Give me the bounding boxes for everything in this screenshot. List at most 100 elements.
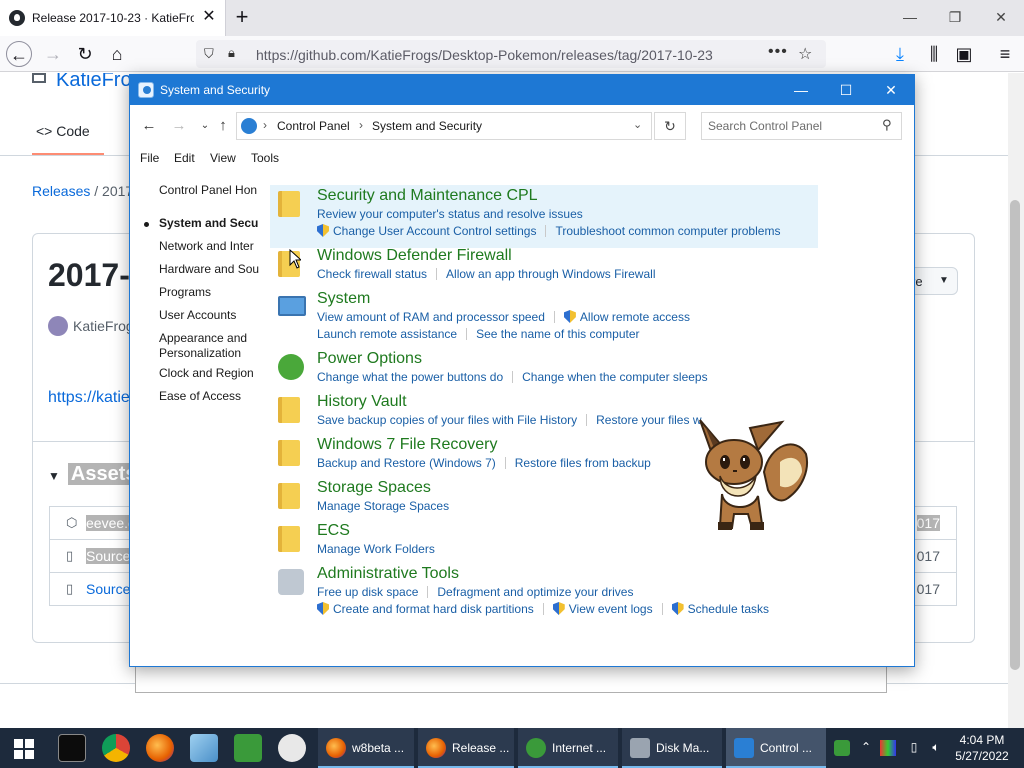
menu-file[interactable]: File (140, 151, 159, 165)
taskbar-app-disk-management[interactable]: Disk Ma... (622, 728, 722, 768)
library-icon[interactable]: ⫼ (921, 41, 947, 67)
breadcrumb-chevron-icon[interactable]: › (263, 118, 267, 132)
address-crumb-control-panel[interactable]: Control Panel (277, 119, 350, 133)
cp-task-link[interactable]: Check firewall status (317, 267, 427, 281)
cp-task-link[interactable]: Allow remote access (580, 310, 690, 324)
paint-icon[interactable] (278, 734, 306, 762)
breadcrumb-chevron-icon[interactable]: › (359, 118, 363, 132)
nav-clock-region[interactable]: Clock and Region (159, 366, 254, 380)
nav-network-internet[interactable]: Network and Inter (159, 239, 254, 253)
start-button[interactable] (0, 728, 48, 768)
nav-programs[interactable]: Programs (159, 285, 211, 299)
notepad-icon[interactable] (190, 734, 218, 762)
forward-arrow-icon[interactable]: → (40, 41, 66, 67)
search-icon[interactable]: ⚲ (882, 117, 892, 133)
cp-task-link[interactable]: Backup and Restore (Windows 7) (317, 456, 496, 470)
cp-task-link[interactable]: Change User Account Control settings (333, 224, 536, 238)
home-icon[interactable]: ⌂ (104, 41, 130, 67)
admin-tools-icon[interactable] (278, 569, 304, 595)
bookmark-star-icon[interactable]: ☆ (798, 44, 812, 64)
cp-category-title[interactable]: Power Options (317, 350, 422, 368)
tray-app-icon[interactable] (834, 740, 850, 756)
taskbar-clock[interactable]: 4:04 PM 5/27/2022 (952, 732, 1012, 764)
cp-category-title[interactable]: History Vault (317, 393, 407, 411)
firefox-icon[interactable] (146, 734, 174, 762)
menu-hamburger-icon[interactable]: ≡ (992, 41, 1018, 67)
folder-icon[interactable] (278, 440, 300, 466)
cp-up-icon[interactable]: ↑ (212, 115, 234, 137)
taskbar-app-control-panel[interactable]: Control ... (726, 728, 826, 768)
menu-tools[interactable]: Tools (251, 151, 279, 165)
task-manager-icon[interactable] (234, 734, 262, 762)
cp-task-link[interactable]: Manage Storage Spaces (317, 499, 449, 513)
cp-task-link[interactable]: Change what the power buttons do (317, 370, 503, 384)
cp-forward-icon[interactable]: → (168, 115, 190, 137)
menu-edit[interactable]: Edit (174, 151, 195, 165)
cp-task-link[interactable]: Restore files from backup (515, 456, 651, 470)
page-actions-icon[interactable]: ••• (768, 43, 788, 61)
tracking-shield-icon[interactable]: ⛉ (204, 46, 218, 62)
asset-name[interactable]: Source (86, 548, 131, 564)
back-arrow-icon[interactable]: ← (6, 41, 32, 67)
cp-task-link[interactable]: View amount of RAM and processor speed (317, 310, 545, 324)
cp-task-link[interactable]: Restore your files w (596, 413, 701, 427)
lock-icon[interactable]: 🔒︎ (228, 45, 235, 61)
cp-category-title[interactable]: Windows Defender Firewall (317, 247, 512, 265)
cp-search-input[interactable] (708, 118, 868, 134)
new-tab-button[interactable]: + (230, 5, 254, 29)
cp-refresh-icon[interactable]: ↻ (654, 112, 686, 140)
command-prompt-icon[interactable] (58, 734, 86, 762)
cp-category-title[interactable]: Storage Spaces (317, 479, 431, 497)
cp-category-title[interactable]: System (317, 290, 370, 308)
url-text[interactable]: https://github.com/KatieFrogs/Desktop-Po… (256, 47, 713, 63)
cp-task-link[interactable]: View event logs (569, 602, 653, 616)
url-bar[interactable]: ⛉ 🔒︎ https://github.com/KatieFrogs/Deskt… (196, 40, 826, 68)
folder-icon[interactable] (278, 397, 300, 423)
tab-close-icon[interactable]: ✕ (200, 8, 218, 26)
folder-icon[interactable] (278, 526, 300, 552)
eevee-desktop-pet[interactable] (692, 414, 810, 536)
nav-personalization[interactable]: Personalization (159, 346, 241, 360)
volume-muted-icon[interactable]: 🔈︎ (928, 740, 944, 756)
page-scrollbar-thumb[interactable] (1010, 200, 1020, 670)
cp-category-title[interactable]: Windows 7 File Recovery (317, 436, 498, 454)
cp-task-link[interactable]: Free up disk space (317, 585, 418, 599)
taskbar-app-w8beta[interactable]: w8beta ... (318, 728, 414, 768)
sidebar-icon[interactable]: ▣ (951, 41, 977, 67)
cp-minimize-icon[interactable]: — (778, 75, 824, 105)
browser-minimize-icon[interactable]: — (895, 6, 925, 28)
cp-back-icon[interactable]: ← (138, 115, 160, 137)
cp-task-link[interactable]: Defragment and optimize your drives (437, 585, 633, 599)
cp-task-link[interactable]: See the name of this computer (476, 327, 639, 341)
folder-icon[interactable] (278, 191, 300, 217)
tray-usb-icon[interactable]: ▯ (906, 740, 922, 756)
author-avatar[interactable] (48, 316, 68, 336)
cp-task-link[interactable]: Save backup copies of your files with Fi… (317, 413, 577, 427)
nav-appearance[interactable]: Appearance and (159, 331, 247, 345)
cp-maximize-icon[interactable]: ☐ (823, 75, 869, 105)
tray-chevron-icon[interactable]: ⌃ (858, 740, 874, 756)
cp-category-title[interactable]: Administrative Tools (317, 565, 459, 583)
folder-icon[interactable] (278, 483, 300, 509)
address-crumb-system-security[interactable]: System and Security (372, 119, 482, 133)
reload-icon[interactable]: ↻ (72, 41, 98, 67)
cp-task-link[interactable]: Troubleshoot common computer problems (555, 224, 780, 238)
cp-category-title[interactable]: ECS (317, 522, 350, 540)
cp-task-link[interactable]: Launch remote assistance (317, 327, 457, 341)
nav-system-security[interactable]: System and Secu (159, 216, 258, 230)
browser-close-icon[interactable]: ✕ (986, 6, 1016, 28)
cp-task-link[interactable]: Create and format hard disk partitions (333, 602, 534, 616)
nav-user-accounts[interactable]: User Accounts (159, 308, 236, 322)
tray-color-icon[interactable] (880, 740, 896, 756)
cp-task-link[interactable]: Schedule tasks (688, 602, 769, 616)
battery-icon[interactable] (278, 354, 304, 380)
nav-hardware-sound[interactable]: Hardware and Sou (159, 262, 259, 276)
release-link[interactable]: https://katie (48, 389, 130, 407)
assets-heading[interactable]: ▼ Assets (48, 463, 140, 486)
nav-control-panel-home[interactable]: Control Panel Hon (159, 183, 257, 197)
author-name[interactable]: KatieFrog (73, 318, 134, 334)
cp-task-link[interactable]: Allow an app through Windows Firewall (446, 267, 655, 281)
cp-address-bar[interactable]: › Control Panel › System and Security ⌄ (236, 112, 652, 140)
menu-view[interactable]: View (210, 151, 236, 165)
cp-search-box[interactable]: ⚲ (701, 112, 902, 140)
